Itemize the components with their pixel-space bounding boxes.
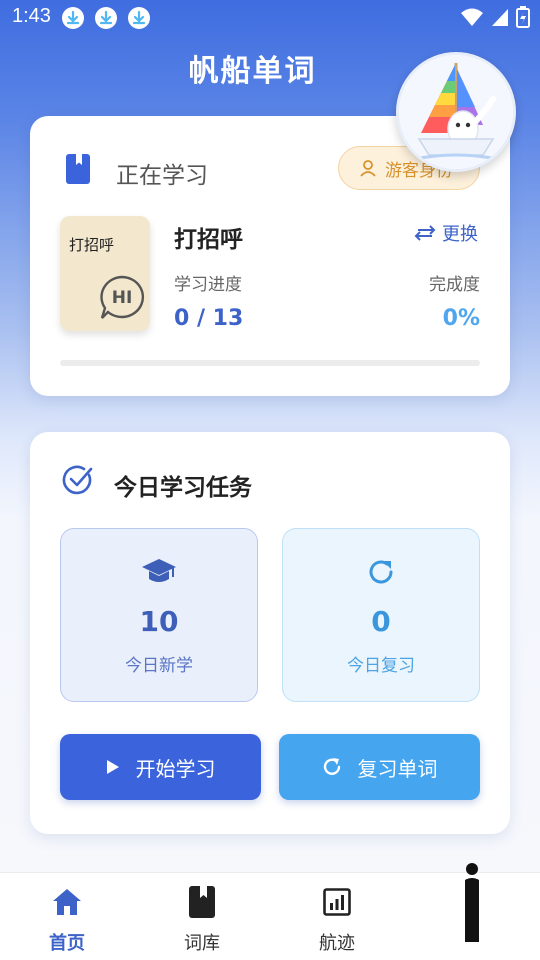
nav-label-track: 航迹	[319, 933, 355, 954]
review-words-label: 今日复习	[347, 656, 415, 676]
nav-item-home[interactable]: 首页	[17, 885, 117, 955]
book-cover-title: 打招呼	[69, 236, 115, 254]
nav-label-home: 首页	[49, 933, 85, 954]
download-icon	[62, 7, 84, 29]
play-icon	[106, 760, 119, 774]
review-words-label: 复习单词	[357, 756, 438, 781]
signal-icon	[492, 9, 508, 26]
speech-bubble-text: HI	[112, 288, 133, 308]
review-words-button[interactable]: 复习单词	[279, 734, 480, 800]
nav-item-profile[interactable]	[422, 863, 522, 942]
book-icon	[152, 885, 252, 919]
nav-label-library: 词库	[184, 933, 220, 954]
review-words-count: 0	[371, 605, 391, 638]
start-study-button[interactable]: 开始学习	[60, 734, 261, 800]
progress-label: 学习进度	[174, 275, 242, 295]
status-bar: 1:43	[0, 0, 540, 36]
battery-icon	[516, 6, 530, 28]
start-study-label: 开始学习	[135, 756, 216, 781]
mascot-sailboat-avatar[interactable]	[396, 52, 516, 172]
download-icon	[128, 7, 150, 29]
new-words-stat[interactable]: 10 今日新学	[60, 528, 258, 702]
download-icon	[95, 7, 117, 29]
completion-label: 完成度	[429, 275, 480, 295]
bottom-nav: 首页 词库 航迹	[0, 863, 540, 960]
swap-icon	[414, 225, 436, 241]
refresh-icon	[323, 758, 340, 775]
system-icons	[460, 6, 530, 28]
profile-icon	[422, 863, 522, 942]
new-words-label: 今日新学	[125, 656, 193, 676]
progress-bar	[60, 360, 480, 366]
review-words-stat[interactable]: 0 今日复习	[282, 528, 480, 702]
home-icon	[17, 885, 117, 919]
new-words-count: 10	[139, 605, 179, 638]
tasks-title: 今日学习任务	[114, 475, 252, 501]
user-icon	[360, 160, 376, 177]
swap-book-button[interactable]: 更换	[414, 220, 478, 246]
speech-bubble-icon: HI	[100, 275, 145, 319]
swap-label: 更换	[442, 224, 478, 245]
wifi-icon	[461, 8, 483, 26]
nav-item-track[interactable]: 航迹	[287, 885, 387, 955]
completion-value: 0%	[442, 306, 480, 331]
today-tasks-card: 今日学习任务 10 今日新学 0 今日复习 开始学习 复习单词	[30, 432, 510, 834]
refresh-icon	[283, 557, 479, 587]
check-circle-icon	[62, 465, 93, 495]
studying-label: 正在学习	[116, 163, 208, 189]
status-time: 1:43	[12, 5, 51, 27]
book-name: 打招呼	[174, 227, 243, 253]
progress-value: 0 / 13	[174, 306, 244, 331]
book-icon	[66, 154, 90, 184]
book-cover[interactable]: 打招呼 HI	[60, 216, 150, 331]
graduation-cap-icon	[61, 557, 257, 587]
chart-icon	[287, 885, 387, 919]
nav-item-library[interactable]: 词库	[152, 885, 252, 955]
